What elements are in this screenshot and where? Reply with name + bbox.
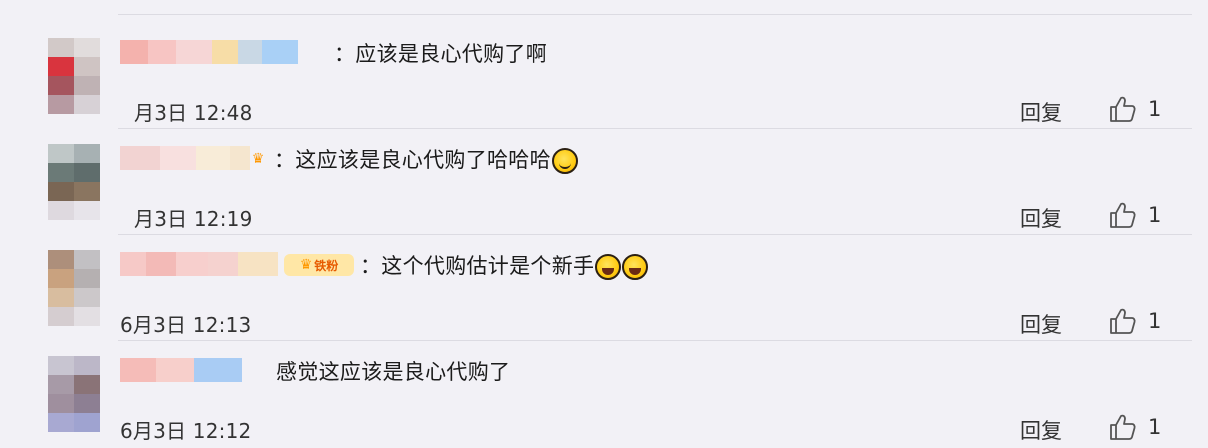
comment-item: ：应该是良心代购了啊 月3日 12:48 回复 1 xyxy=(0,22,1208,129)
comment-text: ：这应该是良心代购了哈哈哈 xyxy=(274,145,578,175)
comment-time: 月3日 12:19 xyxy=(134,207,253,231)
like-count: 1 xyxy=(1148,415,1162,439)
comment-time: 月3日 12:48 xyxy=(134,101,253,125)
username-blurred[interactable] xyxy=(120,40,298,64)
grin-emoji-icon xyxy=(551,148,578,174)
like-count: 1 xyxy=(1148,203,1162,227)
thumb-up-icon[interactable] xyxy=(1108,412,1138,442)
crown-icon: ♛ xyxy=(251,151,265,167)
avatar[interactable] xyxy=(48,38,100,114)
username-blurred[interactable] xyxy=(120,252,278,276)
comment-time: 6月3日 12:12 xyxy=(120,419,252,443)
comment-item: ♛ 铁粉 ：这个代购估计是个新手 6月3日 12:13 回复 1 xyxy=(0,234,1208,341)
laugh-cry-emoji-icon xyxy=(595,254,622,280)
comment-text: ：这个代购估计是个新手 xyxy=(360,251,649,281)
comment-item: 感觉这应该是良心代购了 6月3日 12:12 回复 1 xyxy=(0,340,1208,447)
reply-button[interactable]: 回复 xyxy=(1020,309,1062,339)
thumb-up-icon[interactable] xyxy=(1108,94,1138,124)
avatar[interactable] xyxy=(48,250,100,326)
laugh-cry-emoji-icon xyxy=(622,254,649,280)
reply-button[interactable]: 回复 xyxy=(1020,97,1062,127)
like-count: 1 xyxy=(1148,97,1162,121)
thumb-up-icon[interactable] xyxy=(1108,200,1138,230)
avatar[interactable] xyxy=(48,356,100,432)
reply-button[interactable]: 回复 xyxy=(1020,415,1062,445)
like-count: 1 xyxy=(1148,309,1162,333)
fan-badge[interactable]: ♛ xyxy=(248,148,270,170)
reply-button[interactable]: 回复 xyxy=(1020,203,1062,233)
comment-time: 6月3日 12:13 xyxy=(120,313,252,337)
comment-text: 感觉这应该是良心代购了 xyxy=(276,360,511,384)
avatar[interactable] xyxy=(48,144,100,220)
crown-icon: ♛ xyxy=(299,257,313,273)
comment-text: ：应该是良心代购了啊 xyxy=(334,42,547,66)
top-divider xyxy=(118,14,1192,15)
comment-item: ♛ ：这应该是良心代购了哈哈哈 月3日 12:19 回复 1 xyxy=(0,128,1208,235)
username-blurred[interactable] xyxy=(120,358,242,382)
username-blurred[interactable] xyxy=(120,146,250,170)
fan-badge[interactable]: ♛ 铁粉 xyxy=(284,254,354,276)
thumb-up-icon[interactable] xyxy=(1108,306,1138,336)
